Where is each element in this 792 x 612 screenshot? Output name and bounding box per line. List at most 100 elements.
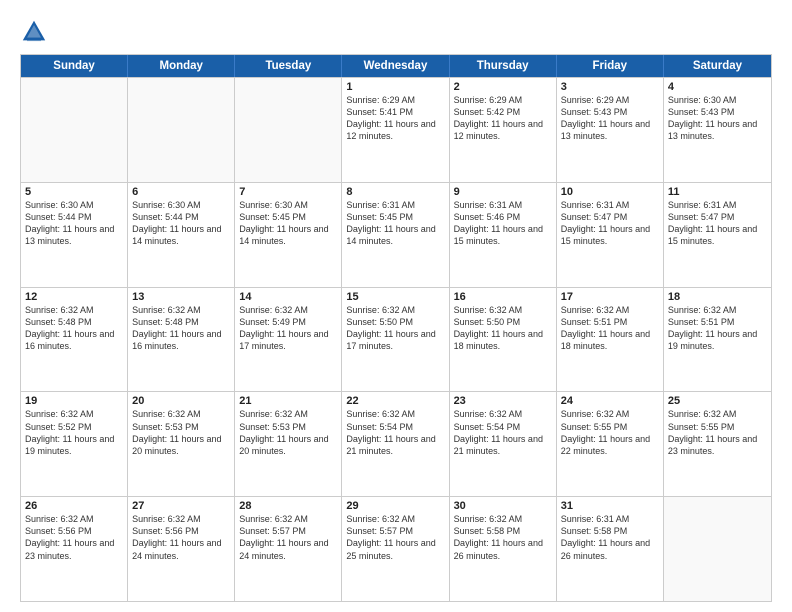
cal-cell: 17 Sunrise: 6:32 AMSunset: 5:51 PMDaylig… [557, 288, 664, 392]
cal-cell: 11 Sunrise: 6:31 AMSunset: 5:47 PMDaylig… [664, 183, 771, 287]
cal-cell: 19 Sunrise: 6:32 AMSunset: 5:52 PMDaylig… [21, 392, 128, 496]
header-day-friday: Friday [557, 55, 664, 77]
day-number: 5 [25, 186, 123, 198]
header-day-sunday: Sunday [21, 55, 128, 77]
cal-cell: 22 Sunrise: 6:32 AMSunset: 5:54 PMDaylig… [342, 392, 449, 496]
cal-cell: 5 Sunrise: 6:30 AMSunset: 5:44 PMDayligh… [21, 183, 128, 287]
cell-info: Sunrise: 6:32 AMSunset: 5:55 PMDaylight:… [561, 408, 659, 457]
cal-cell: 9 Sunrise: 6:31 AMSunset: 5:46 PMDayligh… [450, 183, 557, 287]
day-number: 27 [132, 500, 230, 512]
header-day-monday: Monday [128, 55, 235, 77]
day-number: 6 [132, 186, 230, 198]
week-row-5: 26 Sunrise: 6:32 AMSunset: 5:56 PMDaylig… [21, 496, 771, 601]
cell-info: Sunrise: 6:32 AMSunset: 5:48 PMDaylight:… [132, 304, 230, 353]
cal-cell: 26 Sunrise: 6:32 AMSunset: 5:56 PMDaylig… [21, 497, 128, 601]
cal-cell: 15 Sunrise: 6:32 AMSunset: 5:50 PMDaylig… [342, 288, 449, 392]
cal-cell: 31 Sunrise: 6:31 AMSunset: 5:58 PMDaylig… [557, 497, 664, 601]
cell-info: Sunrise: 6:30 AMSunset: 5:44 PMDaylight:… [132, 199, 230, 248]
cal-cell: 30 Sunrise: 6:32 AMSunset: 5:58 PMDaylig… [450, 497, 557, 601]
day-number: 13 [132, 291, 230, 303]
header-day-saturday: Saturday [664, 55, 771, 77]
calendar: SundayMondayTuesdayWednesdayThursdayFrid… [20, 54, 772, 602]
day-number: 9 [454, 186, 552, 198]
cell-info: Sunrise: 6:30 AMSunset: 5:45 PMDaylight:… [239, 199, 337, 248]
cal-cell: 27 Sunrise: 6:32 AMSunset: 5:56 PMDaylig… [128, 497, 235, 601]
cal-cell: 14 Sunrise: 6:32 AMSunset: 5:49 PMDaylig… [235, 288, 342, 392]
day-number: 16 [454, 291, 552, 303]
cal-cell: 16 Sunrise: 6:32 AMSunset: 5:50 PMDaylig… [450, 288, 557, 392]
cal-cell: 2 Sunrise: 6:29 AMSunset: 5:42 PMDayligh… [450, 78, 557, 182]
week-row-1: 1 Sunrise: 6:29 AMSunset: 5:41 PMDayligh… [21, 77, 771, 182]
cal-cell: 21 Sunrise: 6:32 AMSunset: 5:53 PMDaylig… [235, 392, 342, 496]
cal-cell [235, 78, 342, 182]
week-row-4: 19 Sunrise: 6:32 AMSunset: 5:52 PMDaylig… [21, 391, 771, 496]
cell-info: Sunrise: 6:32 AMSunset: 5:56 PMDaylight:… [25, 513, 123, 562]
cell-info: Sunrise: 6:32 AMSunset: 5:55 PMDaylight:… [668, 408, 767, 457]
cal-cell: 13 Sunrise: 6:32 AMSunset: 5:48 PMDaylig… [128, 288, 235, 392]
logo-icon [20, 18, 48, 46]
day-number: 28 [239, 500, 337, 512]
header-day-wednesday: Wednesday [342, 55, 449, 77]
cell-info: Sunrise: 6:31 AMSunset: 5:47 PMDaylight:… [668, 199, 767, 248]
day-number: 21 [239, 395, 337, 407]
day-number: 22 [346, 395, 444, 407]
cal-cell: 23 Sunrise: 6:32 AMSunset: 5:54 PMDaylig… [450, 392, 557, 496]
day-number: 10 [561, 186, 659, 198]
cell-info: Sunrise: 6:32 AMSunset: 5:48 PMDaylight:… [25, 304, 123, 353]
day-number: 2 [454, 81, 552, 93]
cal-cell: 29 Sunrise: 6:32 AMSunset: 5:57 PMDaylig… [342, 497, 449, 601]
cell-info: Sunrise: 6:32 AMSunset: 5:53 PMDaylight:… [132, 408, 230, 457]
header-day-tuesday: Tuesday [235, 55, 342, 77]
day-number: 8 [346, 186, 444, 198]
cal-cell: 10 Sunrise: 6:31 AMSunset: 5:47 PMDaylig… [557, 183, 664, 287]
day-number: 29 [346, 500, 444, 512]
day-number: 15 [346, 291, 444, 303]
cal-cell [21, 78, 128, 182]
cell-info: Sunrise: 6:32 AMSunset: 5:52 PMDaylight:… [25, 408, 123, 457]
cell-info: Sunrise: 6:32 AMSunset: 5:50 PMDaylight:… [346, 304, 444, 353]
calendar-header: SundayMondayTuesdayWednesdayThursdayFrid… [21, 55, 771, 77]
cell-info: Sunrise: 6:30 AMSunset: 5:44 PMDaylight:… [25, 199, 123, 248]
day-number: 4 [668, 81, 767, 93]
day-number: 11 [668, 186, 767, 198]
day-number: 7 [239, 186, 337, 198]
day-number: 12 [25, 291, 123, 303]
cal-cell: 6 Sunrise: 6:30 AMSunset: 5:44 PMDayligh… [128, 183, 235, 287]
day-number: 24 [561, 395, 659, 407]
day-number: 26 [25, 500, 123, 512]
cal-cell: 8 Sunrise: 6:31 AMSunset: 5:45 PMDayligh… [342, 183, 449, 287]
cell-info: Sunrise: 6:32 AMSunset: 5:51 PMDaylight:… [668, 304, 767, 353]
week-row-2: 5 Sunrise: 6:30 AMSunset: 5:44 PMDayligh… [21, 182, 771, 287]
calendar-body: 1 Sunrise: 6:29 AMSunset: 5:41 PMDayligh… [21, 77, 771, 601]
cell-info: Sunrise: 6:30 AMSunset: 5:43 PMDaylight:… [668, 94, 767, 143]
cal-cell: 3 Sunrise: 6:29 AMSunset: 5:43 PMDayligh… [557, 78, 664, 182]
cal-cell: 1 Sunrise: 6:29 AMSunset: 5:41 PMDayligh… [342, 78, 449, 182]
cell-info: Sunrise: 6:29 AMSunset: 5:41 PMDaylight:… [346, 94, 444, 143]
cal-cell: 20 Sunrise: 6:32 AMSunset: 5:53 PMDaylig… [128, 392, 235, 496]
day-number: 18 [668, 291, 767, 303]
cal-cell [664, 497, 771, 601]
cell-info: Sunrise: 6:32 AMSunset: 5:54 PMDaylight:… [454, 408, 552, 457]
cell-info: Sunrise: 6:31 AMSunset: 5:58 PMDaylight:… [561, 513, 659, 562]
day-number: 17 [561, 291, 659, 303]
cal-cell: 4 Sunrise: 6:30 AMSunset: 5:43 PMDayligh… [664, 78, 771, 182]
cal-cell: 25 Sunrise: 6:32 AMSunset: 5:55 PMDaylig… [664, 392, 771, 496]
cell-info: Sunrise: 6:32 AMSunset: 5:56 PMDaylight:… [132, 513, 230, 562]
day-number: 25 [668, 395, 767, 407]
cell-info: Sunrise: 6:32 AMSunset: 5:54 PMDaylight:… [346, 408, 444, 457]
logo [20, 18, 52, 46]
cell-info: Sunrise: 6:31 AMSunset: 5:46 PMDaylight:… [454, 199, 552, 248]
cell-info: Sunrise: 6:31 AMSunset: 5:47 PMDaylight:… [561, 199, 659, 248]
day-number: 23 [454, 395, 552, 407]
cell-info: Sunrise: 6:32 AMSunset: 5:58 PMDaylight:… [454, 513, 552, 562]
cal-cell: 7 Sunrise: 6:30 AMSunset: 5:45 PMDayligh… [235, 183, 342, 287]
cell-info: Sunrise: 6:31 AMSunset: 5:45 PMDaylight:… [346, 199, 444, 248]
cal-cell: 28 Sunrise: 6:32 AMSunset: 5:57 PMDaylig… [235, 497, 342, 601]
cell-info: Sunrise: 6:32 AMSunset: 5:57 PMDaylight:… [346, 513, 444, 562]
cell-info: Sunrise: 6:32 AMSunset: 5:49 PMDaylight:… [239, 304, 337, 353]
cal-cell: 18 Sunrise: 6:32 AMSunset: 5:51 PMDaylig… [664, 288, 771, 392]
page: SundayMondayTuesdayWednesdayThursdayFrid… [0, 0, 792, 612]
week-row-3: 12 Sunrise: 6:32 AMSunset: 5:48 PMDaylig… [21, 287, 771, 392]
header-day-thursday: Thursday [450, 55, 557, 77]
cell-info: Sunrise: 6:29 AMSunset: 5:42 PMDaylight:… [454, 94, 552, 143]
